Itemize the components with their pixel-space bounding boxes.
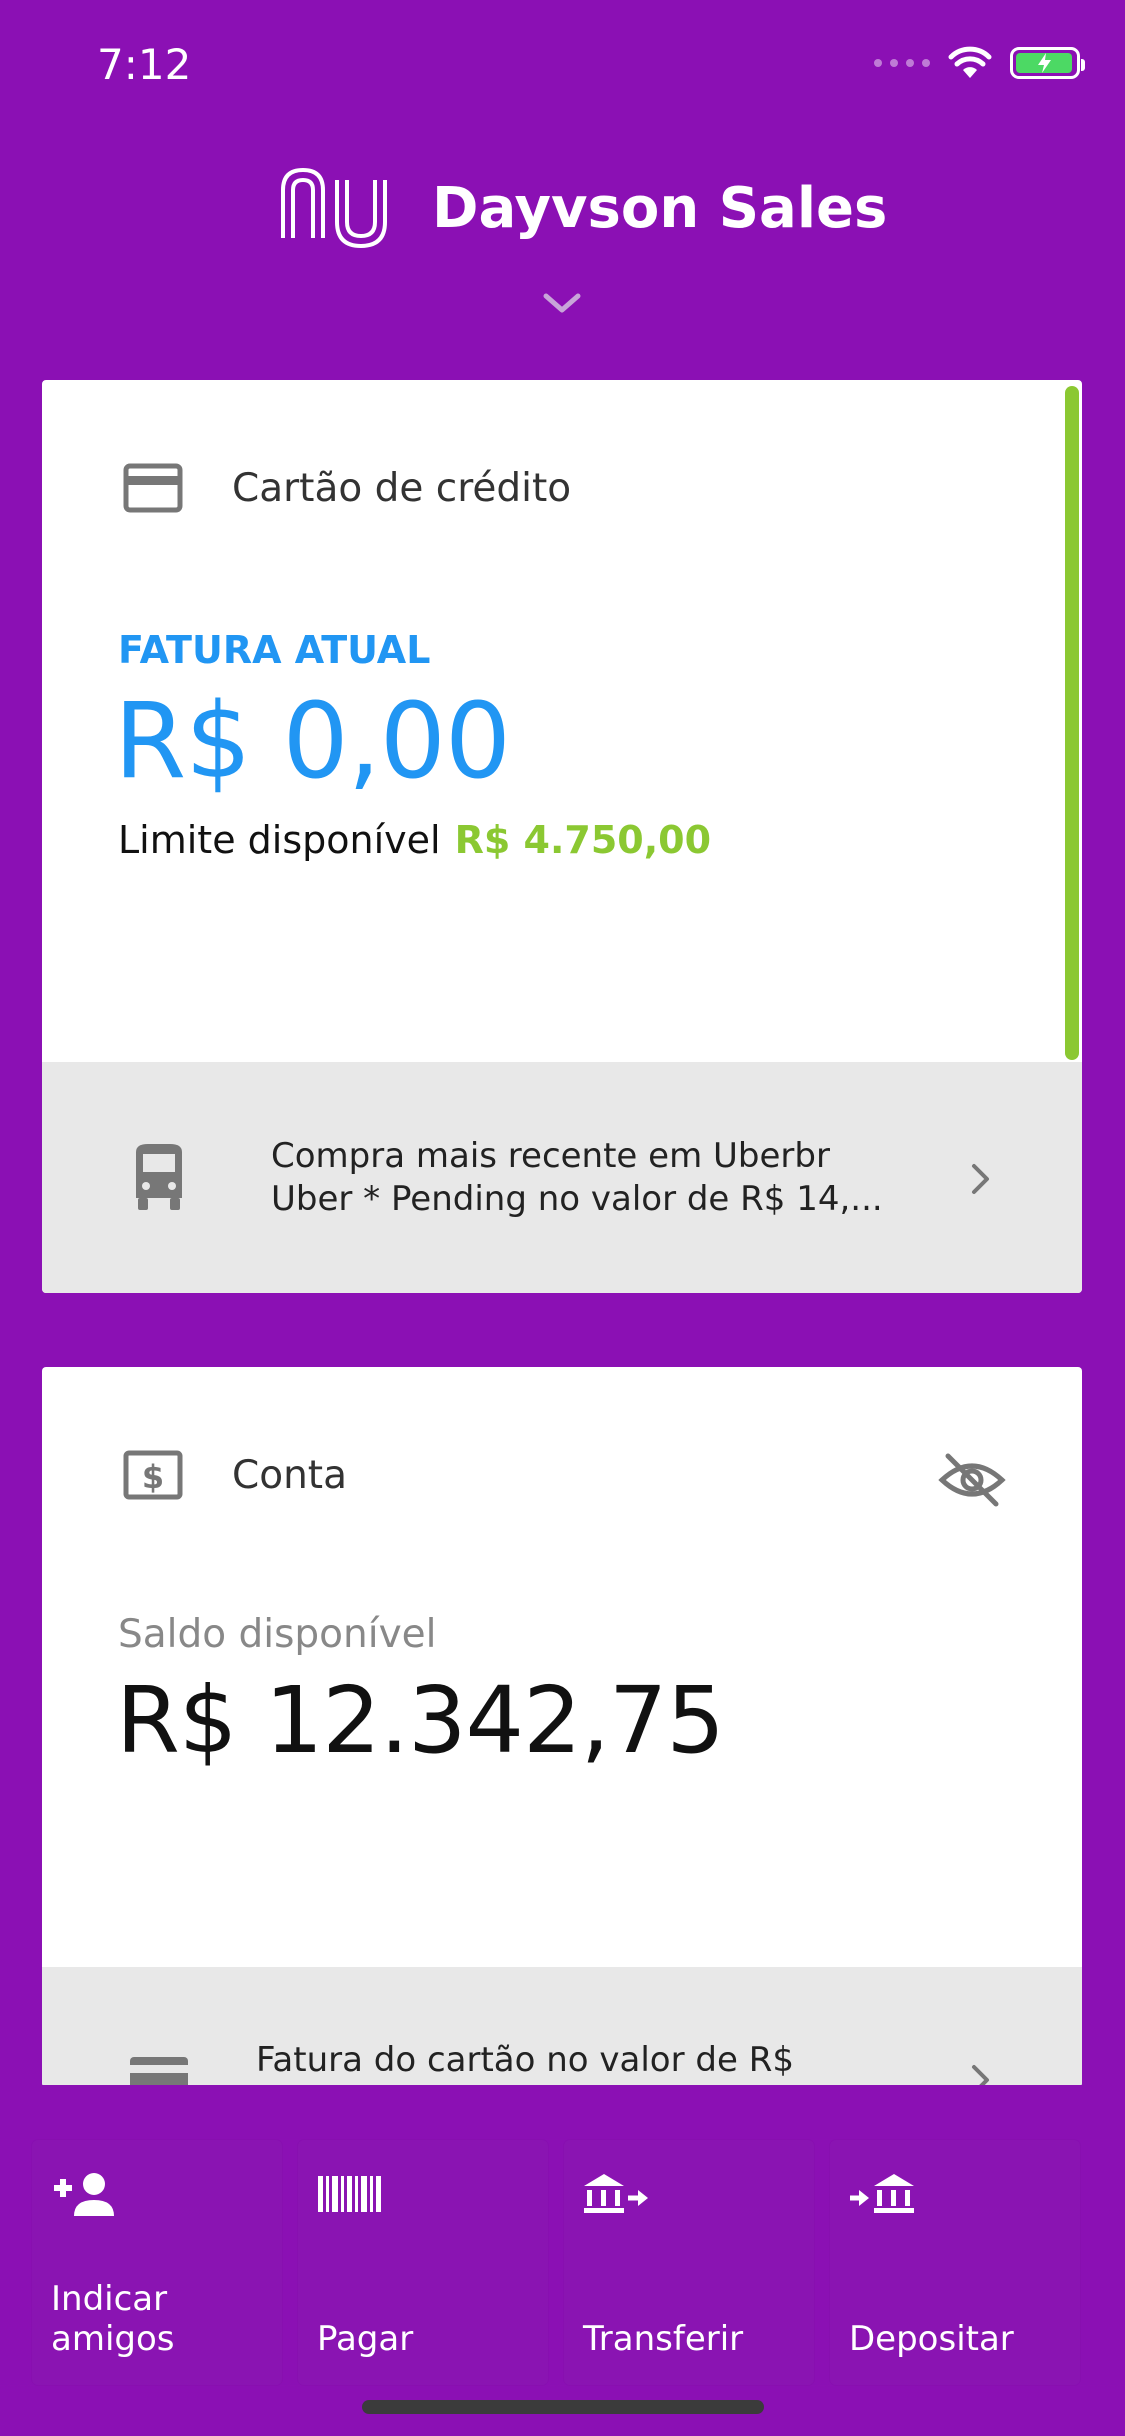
recent-purchase-text: Compra mais recente em Uberbr Uber * Pen…: [271, 1135, 921, 1221]
status-time: 7:12: [97, 40, 192, 89]
signal-icon: [874, 59, 930, 67]
money-icon: $: [123, 1450, 183, 1500]
eye-hidden-icon[interactable]: [938, 1452, 1006, 1508]
action-depositar[interactable]: Depositar: [830, 2140, 1080, 2385]
limite-row: Limite disponível R$ 4.750,00: [118, 818, 711, 862]
user-name: Dayvson Sales: [432, 176, 888, 241]
status-bar: 7:12: [0, 0, 1125, 135]
battery-icon: [1010, 47, 1085, 79]
action-shortcuts: Indicar amigos Pagar Transferir Deposita…: [32, 2140, 1080, 2385]
header[interactable]: Dayvson Sales: [0, 150, 1125, 330]
recent-purchase-line2: Uber * Pending no valor de R$ 14,...: [271, 1179, 883, 1219]
barcode-icon: [318, 2176, 381, 2212]
recent-purchase-row[interactable]: Compra mais recente em Uberbr Uber * Pen…: [42, 1062, 1082, 1293]
account-panel[interactable]: $ Conta Saldo disponível R$ 12.342,75 Fa…: [42, 1367, 1082, 2087]
nubank-logo-icon: [281, 167, 387, 249]
fatura-value: R$ 0,00: [114, 680, 511, 802]
bank-transfer-out-icon: [584, 2174, 648, 2213]
chevron-right-icon[interactable]: [970, 1162, 992, 1196]
action-label: Depositar: [849, 2319, 1014, 2359]
limit-indicator-bar: [1065, 386, 1079, 1060]
credit-card-icon: [123, 463, 183, 513]
add-person-icon: [54, 2173, 114, 2216]
bus-icon: [136, 1144, 182, 1210]
svg-text:$: $: [142, 1458, 164, 1496]
saldo-value: R$ 12.342,75: [116, 1667, 725, 1774]
bank-deposit-in-icon: [850, 2174, 914, 2213]
limite-label: Limite disponível: [118, 818, 441, 862]
wifi-icon: [948, 46, 992, 78]
action-label: Transferir: [583, 2319, 744, 2359]
home-indicator[interactable]: [362, 2400, 764, 2414]
action-label: Pagar: [317, 2319, 414, 2359]
chevron-right-icon[interactable]: [970, 2063, 992, 2087]
account-footer-text: Fatura do cartão no valor de R$: [256, 2040, 794, 2080]
action-indicar-amigos[interactable]: Indicar amigos: [32, 2140, 282, 2385]
credit-card-panel[interactable]: Cartão de crédito FATURA ATUAL R$ 0,00 L…: [42, 380, 1082, 1293]
credit-card-header: Cartão de crédito: [122, 462, 571, 514]
limite-value: R$ 4.750,00: [454, 818, 712, 862]
action-label: Indicar amigos: [51, 2279, 175, 2359]
action-pagar[interactable]: Pagar: [298, 2140, 548, 2385]
account-header: $ Conta: [122, 1449, 347, 1501]
chevron-down-icon[interactable]: [542, 292, 582, 316]
recent-purchase-line1: Compra mais recente em Uberbr: [271, 1136, 830, 1176]
fatura-label: FATURA ATUAL: [118, 628, 431, 672]
action-transferir[interactable]: Transferir: [564, 2140, 814, 2385]
account-title: Conta: [232, 1452, 348, 1498]
account-footer-row[interactable]: Fatura do cartão no valor de R$: [42, 1967, 1082, 2087]
status-icons: [874, 46, 1085, 80]
credit-card-title: Cartão de crédito: [232, 465, 572, 511]
credit-card-icon: [130, 2057, 188, 2087]
saldo-label: Saldo disponível: [118, 1612, 437, 1657]
